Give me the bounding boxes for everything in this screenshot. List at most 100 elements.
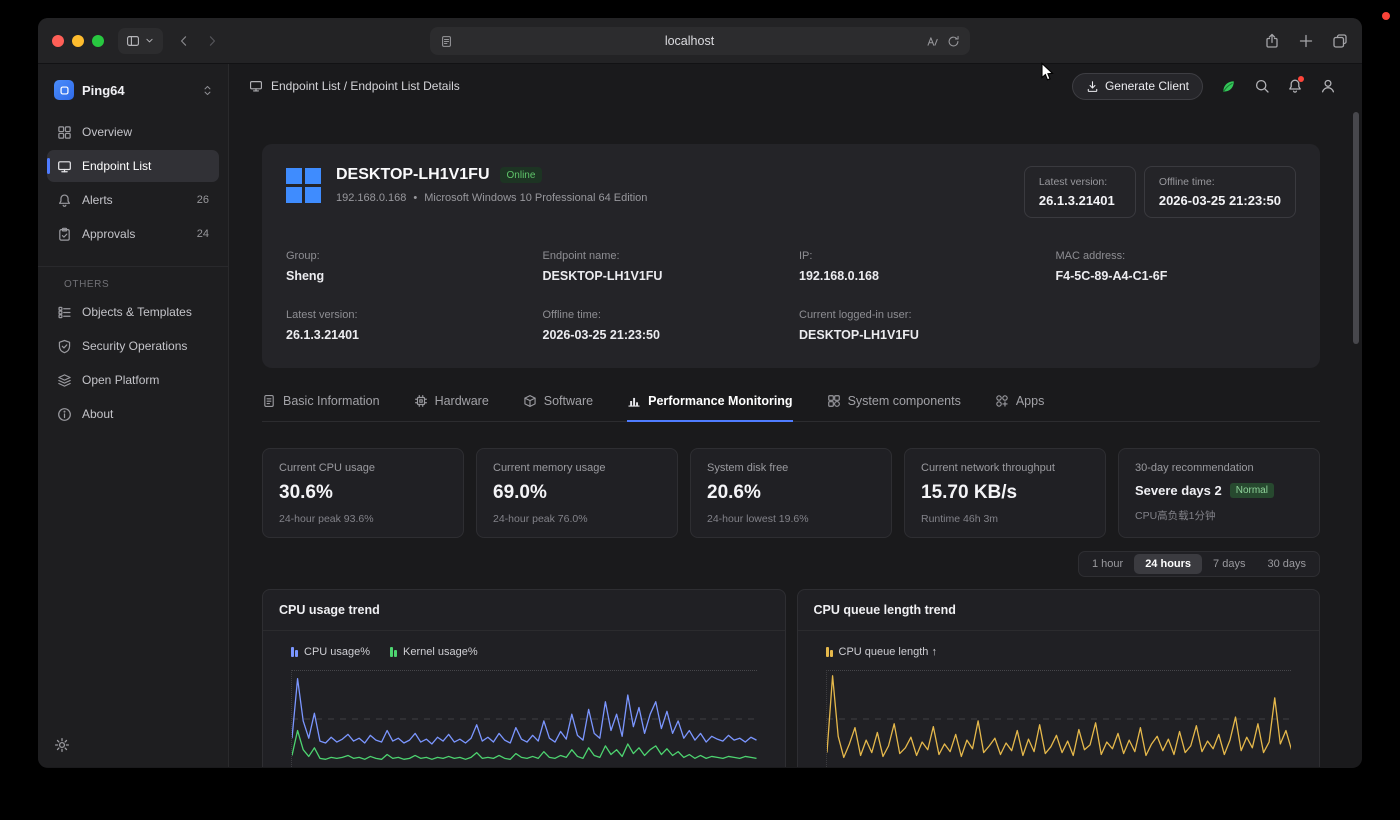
sidebar-item-alerts[interactable]: Alerts26 xyxy=(47,184,219,216)
tab-overview-button[interactable] xyxy=(1332,33,1348,49)
monitor-icon xyxy=(57,159,72,174)
stat-cards-row: Current CPU usage30.6%24-hour peak 93.6%… xyxy=(262,448,1320,538)
chip-icon xyxy=(414,394,428,408)
address-bar[interactable]: localhost xyxy=(430,27,970,55)
time-range-1-hour[interactable]: 1 hour xyxy=(1081,554,1134,574)
updown-icon xyxy=(201,84,214,97)
tab-software[interactable]: Software xyxy=(523,394,593,422)
stat-card-current-cpu-usage: Current CPU usage30.6%24-hour peak 93.6% xyxy=(262,448,464,538)
sidebar-item-badge: 26 xyxy=(197,194,209,206)
offline-time-box: Offline time: 2026-03-25 21:23:50 xyxy=(1144,166,1296,218)
stat-footnote: CPU高负载1分钟 xyxy=(1135,508,1303,523)
device-detail-mac-address: MAC address: F4-5C-89-A4-C1-6F xyxy=(1056,250,1297,283)
stat-footnote: 24-hour lowest 19.6% xyxy=(707,513,875,525)
legend-label: Kernel usage% xyxy=(403,646,478,658)
close-window-button[interactable] xyxy=(52,35,64,47)
scrollbar-thumb[interactable] xyxy=(1353,112,1359,344)
legend-label: CPU usage% xyxy=(304,646,370,658)
back-button[interactable] xyxy=(177,34,191,48)
offline-time-label: Offline time: xyxy=(1159,176,1281,188)
sidebar-item-about[interactable]: About xyxy=(47,398,219,430)
device-detail-group: Group:Sheng xyxy=(286,250,527,283)
app-name: Ping64 xyxy=(82,83,193,98)
reload-button[interactable] xyxy=(947,35,960,48)
tab-label: Performance Monitoring xyxy=(648,394,792,408)
main-header: Endpoint List / Endpoint List Details Ge… xyxy=(229,64,1362,108)
severe-days-label: Severe days 2 xyxy=(1135,483,1222,498)
latest-version-label: Latest version: xyxy=(1039,176,1121,188)
sidebar-item-label: Objects & Templates xyxy=(82,305,209,319)
tab-basic-information[interactable]: Basic Information xyxy=(262,394,380,422)
tab-performance-monitoring[interactable]: Performance Monitoring xyxy=(627,394,792,422)
detail-label: Offline time: xyxy=(543,309,784,321)
bell-icon xyxy=(57,193,72,208)
legend-item-cpu-queue-length[interactable]: CPU queue length ↑ xyxy=(826,646,937,658)
stat-footnote: 24-hour peak 93.6% xyxy=(279,513,447,525)
time-range-30-days[interactable]: 30 days xyxy=(1256,554,1317,574)
legend-marker-icon xyxy=(390,647,397,657)
detail-label: MAC address: xyxy=(1056,250,1297,262)
latest-version-value: 26.1.3.21401 xyxy=(1039,193,1121,208)
sidebar-item-label: Security Operations xyxy=(82,339,209,353)
new-tab-button[interactable] xyxy=(1298,33,1314,49)
detail-value: DESKTOP-LH1V1FU xyxy=(543,269,784,283)
legend-item-cpu-usage[interactable]: CPU usage% xyxy=(291,646,370,658)
detail-label: Latest version: xyxy=(286,309,527,321)
sidebar-item-endpoint-list[interactable]: Endpoint List xyxy=(47,150,219,182)
tab-hardware[interactable]: Hardware xyxy=(414,394,489,422)
device-details-grid: Group:ShengEndpoint name:DESKTOP-LH1V1FU… xyxy=(286,250,1296,342)
time-range-7-days[interactable]: 7 days xyxy=(1202,554,1256,574)
legend-marker-icon xyxy=(291,647,298,657)
others-label: OTHERS xyxy=(64,279,228,290)
sidebar-nav: OverviewEndpoint ListAlerts26Approvals24 xyxy=(38,116,228,250)
brand-leaf-icon[interactable] xyxy=(1220,78,1237,95)
chart-icon xyxy=(627,394,641,408)
forward-button[interactable] xyxy=(205,34,219,48)
device-os: Microsoft Windows 10 Professional 64 Edi… xyxy=(424,192,647,204)
minimize-window-button[interactable] xyxy=(72,35,84,47)
legend-label: CPU queue length ↑ xyxy=(839,646,937,658)
zoom-window-button[interactable] xyxy=(92,35,104,47)
templates-icon xyxy=(57,305,72,320)
sidebar-item-security-operations[interactable]: Security Operations xyxy=(47,330,219,362)
toolbar-right-actions xyxy=(1264,33,1348,49)
notifications-bell-button[interactable] xyxy=(1287,78,1303,94)
offline-time-value: 2026-03-25 21:23:50 xyxy=(1159,193,1281,208)
sidebar-item-objects-templates[interactable]: Objects & Templates xyxy=(47,296,219,328)
download-icon xyxy=(1086,80,1099,93)
device-detail-latest-version: Latest version:26.1.3.21401 xyxy=(286,309,527,342)
generate-client-button[interactable]: Generate Client xyxy=(1072,73,1203,100)
sidebar-toggle-button[interactable] xyxy=(118,28,163,54)
stat-title: 30-day recommendation xyxy=(1135,462,1303,474)
charts-row: CPU usage trendCPU usage%Kernel usage%10… xyxy=(262,589,1320,767)
device-ip: 192.168.0.168 xyxy=(336,192,406,204)
stat-card-30-day-recommendation: 30-day recommendationSevere days 2Normal… xyxy=(1118,448,1320,538)
time-range-24-hours[interactable]: 24 hours xyxy=(1134,554,1202,574)
user-avatar-button[interactable] xyxy=(1320,78,1336,94)
reader-icon[interactable] xyxy=(926,35,939,48)
page-icon[interactable] xyxy=(440,35,453,48)
tab-system-components[interactable]: System components xyxy=(827,394,961,422)
device-detail-offline-time: Offline time: 2026-03-25 21:23:50 xyxy=(543,309,784,342)
settings-gear-button[interactable] xyxy=(54,737,70,753)
search-icon[interactable] xyxy=(1254,78,1270,94)
detail-value: 2026-03-25 21:23:50 xyxy=(543,328,784,342)
detail-value: F4-5C-89-A4-C1-6F xyxy=(1056,269,1297,283)
sidebar-item-badge: 24 xyxy=(197,228,209,240)
share-button[interactable] xyxy=(1264,33,1280,49)
breadcrumb: Endpoint List / Endpoint List Details xyxy=(249,79,460,93)
detail-value: DESKTOP-LH1V1FU xyxy=(799,328,1040,342)
time-range-selector: 1 hour24 hours7 days30 days xyxy=(1078,551,1320,577)
stat-card-system-disk-free: System disk free20.6%24-hour lowest 19.6… xyxy=(690,448,892,538)
grid-icon xyxy=(57,125,72,140)
sidebar-item-overview[interactable]: Overview xyxy=(47,116,219,148)
chart-legend: CPU usage% Kernel usage% xyxy=(263,631,785,668)
legend-item-kernel-usage[interactable]: Kernel usage% xyxy=(390,646,478,658)
tab-apps[interactable]: Apps xyxy=(995,394,1045,422)
sidebar-item-open-platform[interactable]: Open Platform xyxy=(47,364,219,396)
app-switcher[interactable]: Ping64 xyxy=(38,64,228,114)
time-range-row: 1 hour24 hours7 days30 days xyxy=(262,551,1320,577)
sidebar-item-approvals[interactable]: Approvals24 xyxy=(47,218,219,250)
stat-title: System disk free xyxy=(707,462,875,474)
detail-value: 192.168.0.168 xyxy=(799,269,1040,283)
